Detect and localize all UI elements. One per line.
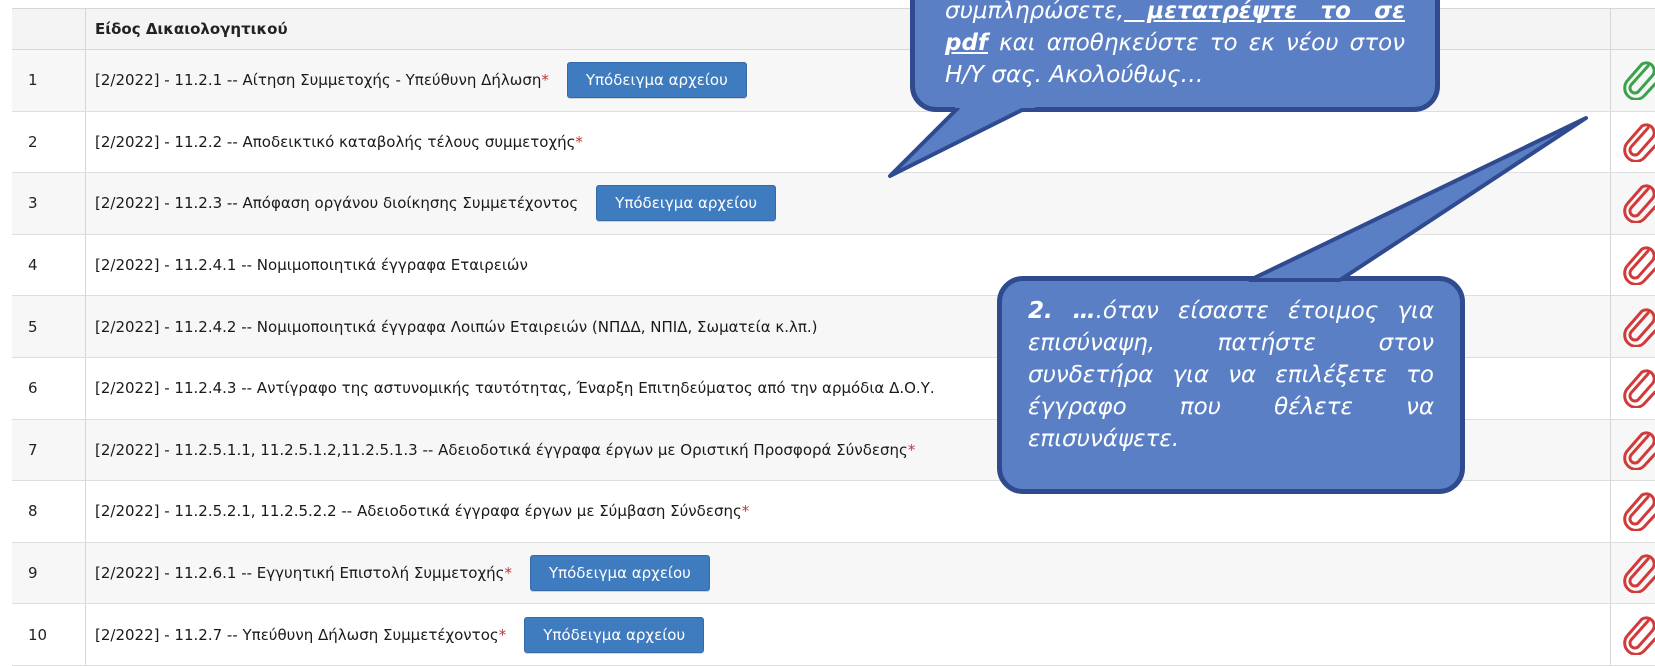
paperclip-attach-icon[interactable] <box>1621 368 1655 409</box>
document-type-label: [2/2022] - 11.2.2 -- Αποδεικτικό καταβολ… <box>95 132 576 151</box>
required-asterisk: * <box>541 71 549 90</box>
document-type-label: [2/2022] - 11.2.7 -- Υπεύθυνη Δήλωση Συμ… <box>95 625 499 644</box>
row-number: 6 <box>28 379 38 398</box>
table-row: 3 [2/2022] - 11.2.3 -- Απόφαση οργάνου δ… <box>12 173 1655 235</box>
row-number: 1 <box>28 71 38 90</box>
table-row: 2 [2/2022] - 11.2.2 -- Αποδεικτικό καταβ… <box>12 111 1655 174</box>
template-file-button[interactable]: Υπόδειγμα αρχείου <box>596 185 777 222</box>
required-asterisk: * <box>575 132 583 151</box>
template-file-button[interactable]: Υπόδειγμα αρχείου <box>529 555 710 592</box>
paperclip-attach-icon[interactable] <box>1621 122 1655 162</box>
document-type-label: [2/2022] - 11.2.4.3 -- Αντίγραφο της αστ… <box>95 379 935 398</box>
instruction-callout-2: 2. ….όταν είσαστε έτοιμος για επισύναψη,… <box>997 276 1465 494</box>
row-number: 5 <box>28 317 38 336</box>
paperclip-attach-icon[interactable] <box>1621 553 1655 594</box>
row-number: 4 <box>28 256 38 275</box>
required-asterisk: * <box>741 502 750 521</box>
callout1-prefix: συμπληρώσετε, <box>945 0 1125 24</box>
callout1-rest: και αποθηκεύστε το εκ νέου στον Η/Υ σας.… <box>945 30 1405 88</box>
row-number: 7 <box>28 440 38 459</box>
row-number: 10 <box>28 625 48 644</box>
paperclip-attach-icon[interactable] <box>1621 307 1655 347</box>
paperclip-attach-icon[interactable] <box>1621 183 1655 224</box>
required-asterisk: * <box>498 625 507 644</box>
document-type-label: [2/2022] - 11.2.5.2.1, 11.2.5.2.2 -- Αδε… <box>95 502 742 521</box>
template-file-button[interactable]: Υπόδειγμα αρχείου <box>566 62 747 99</box>
callout2-lead: 2. … <box>1028 298 1096 324</box>
required-asterisk: * <box>907 440 916 459</box>
document-type-label: [2/2022] - 11.2.4.1 -- Νομιμοποιητικά έγ… <box>95 256 528 275</box>
row-number: 9 <box>28 564 38 583</box>
paperclip-attached-icon[interactable] <box>1621 60 1655 101</box>
instruction-callout-1: συμπληρώσετε, μετατρέψτε το σε pdf και α… <box>910 0 1440 112</box>
template-file-button[interactable]: Υπόδειγμα αρχείου <box>524 616 705 653</box>
document-type-label: [2/2022] - 11.2.5.1.1, 11.2.5.1.2,11.2.5… <box>95 440 908 459</box>
document-type-label: [2/2022] - 11.2.1 -- Αίτηση Συμμετοχής -… <box>95 71 542 90</box>
row-number: 3 <box>28 194 38 213</box>
table-row: 9 [2/2022] - 11.2.6.1 -- Εγγυητική Επιστ… <box>12 542 1655 605</box>
paperclip-attach-icon[interactable] <box>1621 615 1655 655</box>
row-number: 2 <box>28 132 38 151</box>
document-type-label: [2/2022] - 11.2.4.2 -- Νομιμοποιητικά έγ… <box>95 317 818 336</box>
required-asterisk: * <box>504 564 512 583</box>
header-description: Είδος Δικαιολογητικού <box>95 20 288 38</box>
paperclip-attach-icon[interactable] <box>1621 491 1655 532</box>
document-type-label: [2/2022] - 11.2.6.1 -- Εγγυητική Επιστολ… <box>95 564 505 583</box>
header-action <box>1610 9 1655 49</box>
paperclip-attach-icon[interactable] <box>1621 245 1655 286</box>
paperclip-attach-icon[interactable] <box>1621 430 1655 470</box>
document-type-label: [2/2022] - 11.2.3 -- Απόφαση οργάνου διο… <box>95 194 579 213</box>
row-number: 8 <box>28 502 38 521</box>
table-row: 10 [2/2022] - 11.2.7 -- Υπεύθυνη Δήλωση … <box>12 604 1655 666</box>
